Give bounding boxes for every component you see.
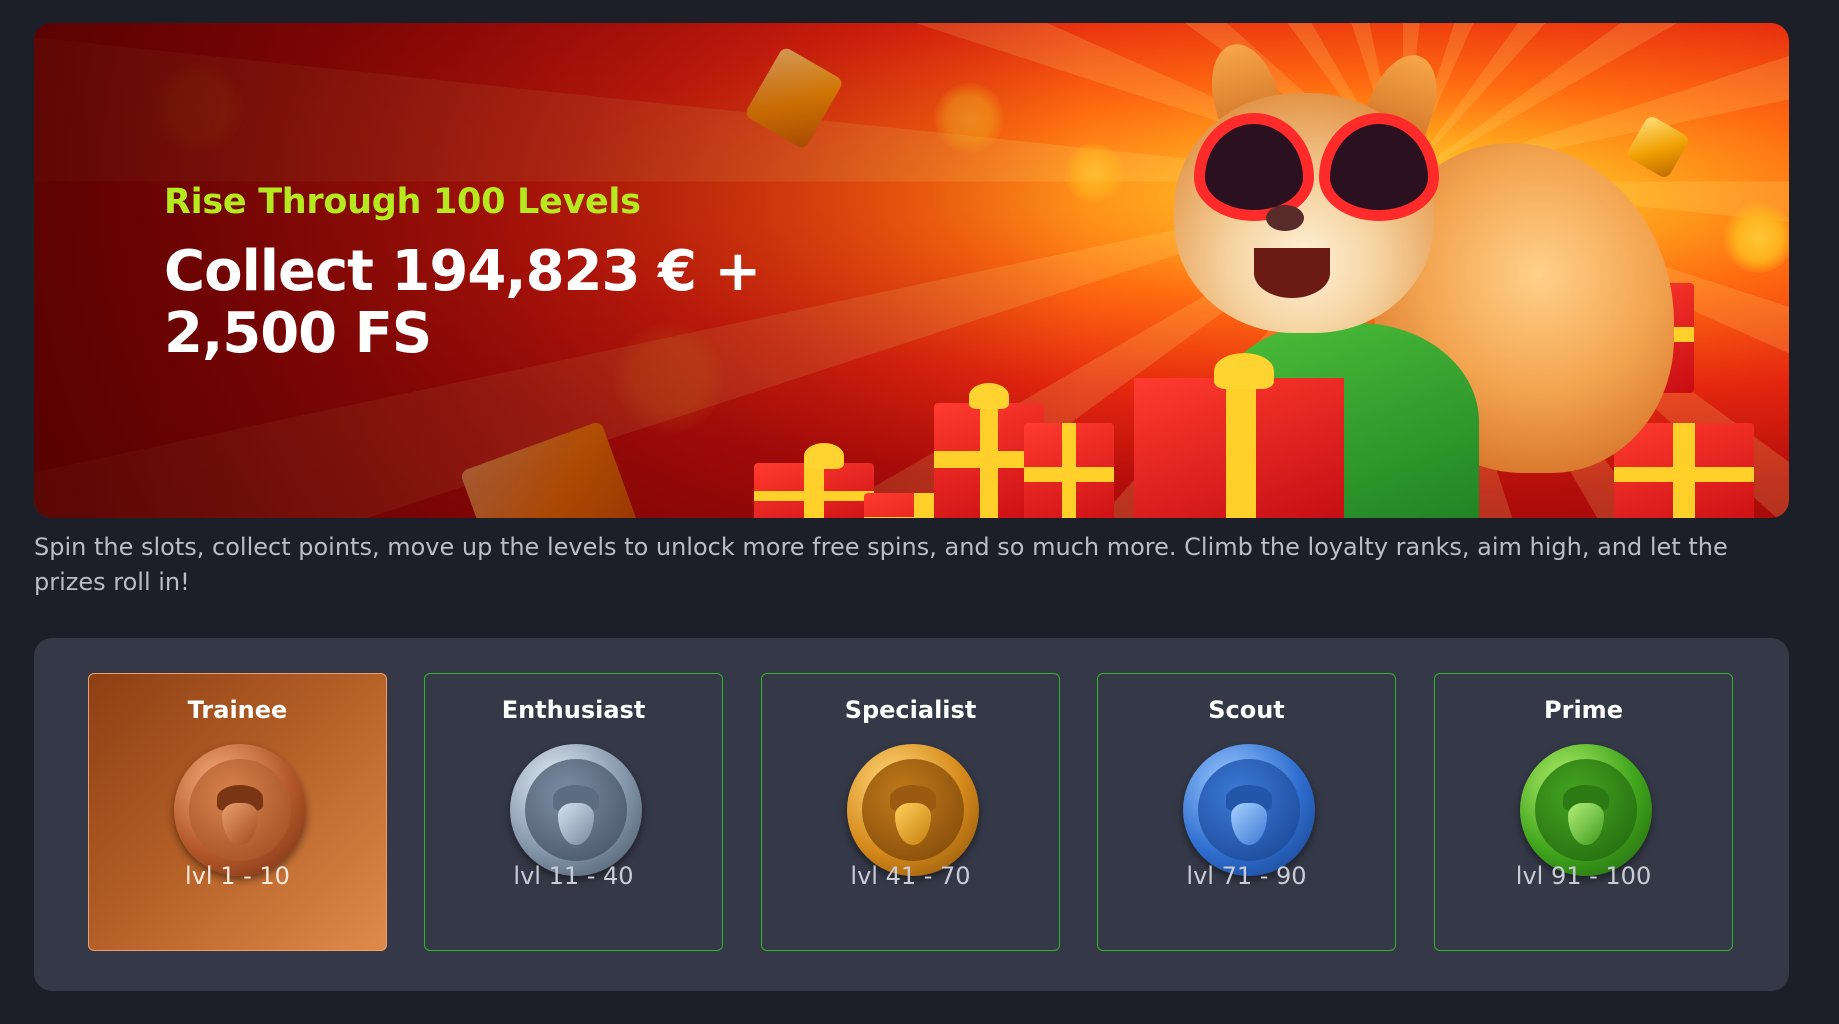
banner-title: Collect 194,823 € + 2,500 FS [164,239,761,366]
tier-card-trainee[interactable]: Trainee lvl 1 - 10 [88,673,387,951]
tier-level-range: lvl 91 - 100 [1515,862,1652,890]
tier-card-specialist[interactable]: Specialist lvl 41 - 70 [761,673,1060,951]
tier-level-range: lvl 41 - 70 [850,862,971,890]
green-acorn-medal-icon [1520,744,1652,876]
tier-name: Prime [1544,696,1623,724]
gift-bow-decoration [969,383,1009,409]
promo-banner: Rise Through 100 Levels Collect 194,823 … [34,23,1789,518]
tier-card-scout[interactable]: Scout lvl 71 - 90 [1097,673,1396,951]
promo-description: Spin the slots, collect points, move up … [34,533,1728,596]
loyalty-tiers-panel: Trainee lvl 1 - 10 Enthusiast lvl 11 - 4… [34,638,1789,991]
gift-bow-decoration [1214,353,1274,389]
tier-level-range: lvl 1 - 10 [185,862,290,890]
squirrel-nose [1266,205,1304,231]
squirrel-mouth [1254,248,1330,298]
tier-level-range: lvl 71 - 90 [1186,862,1307,890]
tier-name: Trainee [187,696,288,724]
tier-level-range: lvl 11 - 40 [513,862,634,890]
gift-box-decoration [1024,423,1114,518]
bronze-acorn-medal-icon [174,744,306,876]
blue-acorn-medal-icon [1183,744,1315,876]
gold-acorn-medal-icon [847,744,979,876]
gift-box-decoration [1614,423,1754,518]
held-gift-box [1134,378,1344,518]
tier-name: Scout [1208,696,1285,724]
tier-name: Enthusiast [501,696,646,724]
silver-acorn-medal-icon [510,744,642,876]
gift-bow-decoration [804,443,844,469]
tier-card-prime[interactable]: Prime lvl 91 - 100 [1434,673,1733,951]
tier-name: Specialist [844,696,977,724]
banner-subtitle: Rise Through 100 Levels [164,182,641,222]
gift-box-decoration [754,463,874,518]
tier-card-enthusiast[interactable]: Enthusiast lvl 11 - 40 [424,673,723,951]
